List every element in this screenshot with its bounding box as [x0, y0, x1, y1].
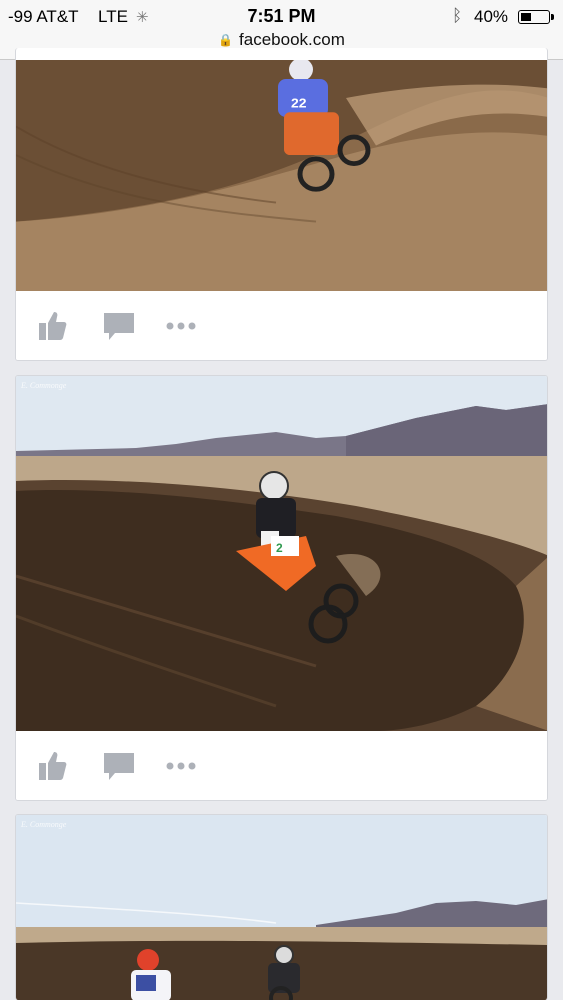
post-actions: [16, 291, 547, 360]
lock-icon: 🔒: [218, 33, 234, 47]
battery-percent: 40%: [474, 7, 509, 26]
comment-button[interactable]: [102, 749, 136, 783]
post-photo[interactable]: E. Commonge: [16, 815, 548, 1000]
url-text: facebook.com: [239, 30, 345, 49]
feed-post: E. Commonge 2: [15, 375, 548, 801]
battery-nub: [551, 14, 554, 20]
like-icon: [39, 752, 67, 780]
like-icon: [39, 312, 67, 340]
more-button[interactable]: [164, 309, 198, 343]
more-icon: [166, 762, 196, 770]
feed-post: 22: [15, 48, 548, 361]
photo-watermark: E. Commonge: [20, 381, 67, 390]
photo-watermark: E. Commonge: [20, 820, 67, 829]
post-actions: [16, 731, 547, 800]
post-photo[interactable]: 22: [16, 60, 548, 291]
comment-icon: [104, 753, 134, 780]
like-button[interactable]: [36, 309, 70, 343]
bike-number: 22: [291, 96, 307, 111]
bike-number: 2: [276, 541, 283, 555]
like-button[interactable]: [36, 749, 70, 783]
post-photo[interactable]: E. Commonge 2: [16, 376, 548, 731]
more-button[interactable]: [164, 749, 198, 783]
address-bar[interactable]: 🔒 facebook.com: [0, 30, 563, 50]
comment-button[interactable]: [102, 309, 136, 343]
more-icon: [166, 322, 196, 330]
comment-icon: [104, 313, 134, 340]
bluetooth-icon: ᛒ: [452, 6, 463, 25]
battery-fill: [521, 13, 531, 21]
feed-post: E. Commonge: [15, 814, 548, 1000]
battery-icon: [518, 10, 554, 24]
